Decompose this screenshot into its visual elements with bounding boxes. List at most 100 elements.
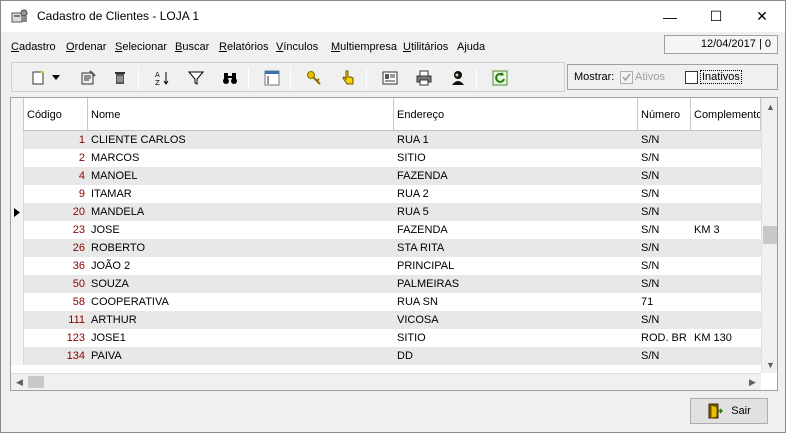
cell-complemento[interactable] [694, 257, 760, 275]
cell-nome[interactable]: ITAMAR [91, 185, 391, 203]
cell-codigo[interactable]: 58 [24, 293, 88, 311]
cell-nome[interactable]: MANDELA [91, 203, 391, 221]
columns-button[interactable] [262, 68, 282, 88]
scroll-right-icon[interactable]: ▶ [744, 374, 761, 390]
cell-nome[interactable]: SOUZA [91, 275, 391, 293]
cell-numero[interactable]: S/N [641, 203, 691, 221]
cell-codigo[interactable]: 26 [24, 239, 88, 257]
cell-complemento[interactable] [694, 167, 760, 185]
sort-button[interactable]: AZ [152, 68, 172, 88]
row-indicator[interactable] [11, 203, 24, 221]
person-button[interactable] [448, 68, 468, 88]
close-button[interactable]: ✕ [739, 1, 785, 32]
delete-button[interactable] [110, 68, 130, 88]
cell-numero[interactable]: S/N [641, 185, 691, 203]
cell-numero[interactable]: S/N [641, 239, 691, 257]
clients-grid[interactable]: Código Nome Endereço Número Complemento … [10, 97, 778, 391]
vertical-scrollbar[interactable]: ▲ ▼ [761, 98, 777, 373]
new-record-button[interactable] [28, 68, 48, 88]
vertical-scroll-thumb[interactable] [763, 226, 777, 244]
table-row[interactable]: 1 CLIENTE CARLOS RUA 1 S/N [11, 131, 761, 149]
table-row[interactable]: 123 JOSE1 SITIO ROD. BR KM 130 [11, 329, 761, 347]
select-hand-button[interactable] [338, 68, 358, 88]
ativos-checkbox[interactable] [620, 71, 633, 84]
cell-numero[interactable]: S/N [641, 347, 691, 365]
cell-codigo[interactable]: 50 [24, 275, 88, 293]
cell-endereco[interactable]: RUA 2 [397, 185, 635, 203]
cell-numero[interactable]: S/N [641, 131, 691, 149]
cell-endereco[interactable]: RUA 5 [397, 203, 635, 221]
card-button[interactable] [380, 68, 400, 88]
horizontal-scrollbar[interactable]: ◀ ▶ [11, 373, 761, 390]
row-indicator[interactable] [11, 185, 24, 203]
cell-endereco[interactable]: FAZENDA [397, 167, 635, 185]
cell-numero[interactable]: S/N [641, 311, 691, 329]
horizontal-scroll-thumb[interactable] [28, 376, 44, 388]
cell-numero[interactable]: S/N [641, 167, 691, 185]
cell-complemento[interactable] [694, 347, 760, 365]
table-row[interactable]: 23 JOSE FAZENDA S/N KM 3 [11, 221, 761, 239]
cell-codigo[interactable]: 23 [24, 221, 88, 239]
cell-complemento[interactable] [694, 131, 760, 149]
print-button[interactable] [414, 68, 434, 88]
row-indicator[interactable] [11, 275, 24, 293]
row-indicator[interactable] [11, 329, 24, 347]
cell-endereco[interactable]: DD [397, 347, 635, 365]
cell-codigo[interactable]: 123 [24, 329, 88, 347]
new-record-dropdown[interactable] [50, 68, 62, 88]
row-indicator[interactable] [11, 311, 24, 329]
cell-nome[interactable]: JOÃO 2 [91, 257, 391, 275]
cell-nome[interactable]: COOPERATIVA [91, 293, 391, 311]
table-row[interactable]: 50 SOUZA PALMEIRAS S/N [11, 275, 761, 293]
cell-numero[interactable]: S/N [641, 221, 691, 239]
row-indicator[interactable] [11, 131, 24, 149]
cell-numero[interactable]: S/N [641, 149, 691, 167]
menu-buscar[interactable]: Buscar [175, 41, 209, 53]
row-indicator[interactable] [11, 221, 24, 239]
table-row[interactable]: 134 PAIVA DD S/N [11, 347, 761, 365]
edit-record-button[interactable] [78, 68, 98, 88]
cell-complemento[interactable]: KM 3 [694, 221, 760, 239]
menu-multiempresa[interactable]: Multiempresa [331, 41, 397, 53]
cell-nome[interactable]: JOSE [91, 221, 391, 239]
cell-endereco[interactable]: RUA 1 [397, 131, 635, 149]
cell-complemento[interactable] [694, 185, 760, 203]
cell-endereco[interactable]: RUA SN [397, 293, 635, 311]
cell-endereco[interactable]: FAZENDA [397, 221, 635, 239]
header-complemento[interactable]: Complemento [691, 98, 761, 131]
row-indicator[interactable] [11, 257, 24, 275]
cell-codigo[interactable]: 36 [24, 257, 88, 275]
row-indicator[interactable] [11, 347, 24, 365]
menu-ordenar[interactable]: Ordenar [66, 41, 106, 53]
cell-codigo[interactable]: 111 [24, 311, 88, 329]
filter-button[interactable] [186, 68, 206, 88]
cell-codigo[interactable]: 134 [24, 347, 88, 365]
cell-endereco[interactable]: SITIO [397, 149, 635, 167]
cell-numero[interactable]: S/N [641, 275, 691, 293]
cell-complemento[interactable] [694, 239, 760, 257]
menu-vinculos[interactable]: Vínculos [276, 41, 318, 53]
inativos-checkbox[interactable] [685, 71, 698, 84]
cell-complemento[interactable] [694, 275, 760, 293]
cell-nome[interactable]: JOSE1 [91, 329, 391, 347]
row-indicator[interactable] [11, 149, 24, 167]
header-nome[interactable]: Nome [88, 98, 394, 131]
cell-complemento[interactable] [694, 293, 760, 311]
sair-button[interactable]: Sair [690, 398, 768, 424]
minimize-button[interactable]: — [647, 1, 693, 32]
scroll-up-icon[interactable]: ▲ [762, 98, 777, 115]
cell-endereco[interactable]: PRINCIPAL [397, 257, 635, 275]
cell-numero[interactable]: 71 [641, 293, 691, 311]
cell-numero[interactable]: ROD. BR [641, 329, 691, 347]
refresh-button[interactable] [490, 68, 510, 88]
menu-selecionar[interactable]: Selecionar [115, 41, 167, 53]
menu-ajuda[interactable]: Ajuda [457, 41, 485, 53]
table-row[interactable]: 111 ARTHUR VICOSA S/N [11, 311, 761, 329]
scroll-down-icon[interactable]: ▼ [762, 356, 777, 373]
table-row[interactable]: 20 MANDELA RUA 5 S/N [11, 203, 761, 221]
cell-codigo[interactable]: 4 [24, 167, 88, 185]
cell-endereco[interactable]: VICOSA [397, 311, 635, 329]
cell-codigo[interactable]: 20 [24, 203, 88, 221]
menu-cadastro[interactable]: Cadastro [11, 41, 56, 53]
cell-endereco[interactable]: SITIO [397, 329, 635, 347]
